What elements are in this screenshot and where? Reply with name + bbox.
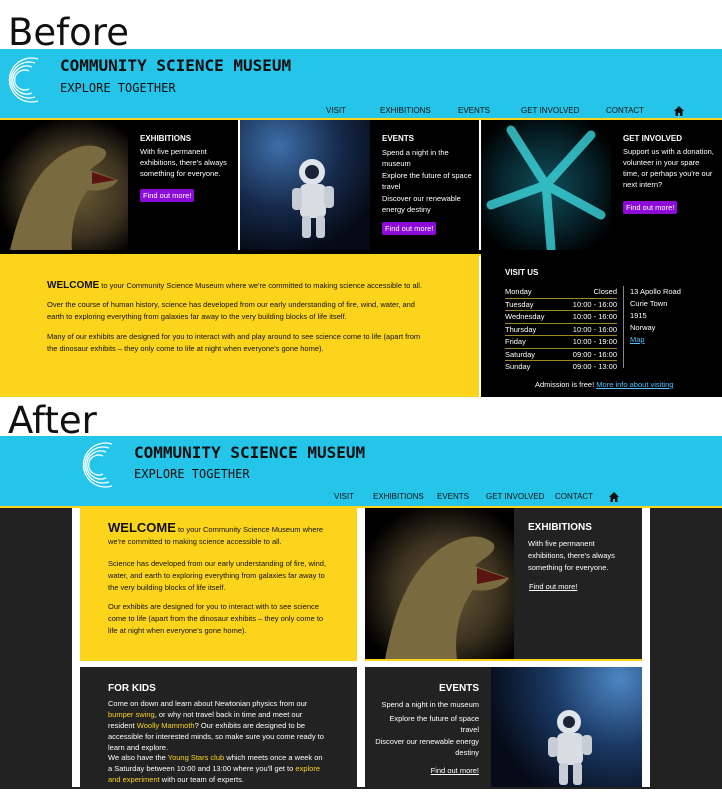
nav-contact[interactable]: CONTACT [606,106,644,115]
after-exhibitions-panel: EXHIBITIONS With five permanent exhibiti… [514,508,642,659]
hours-row: Friday 10:00 - 19:00 [505,336,617,349]
after-welcome-section: WELCOME to your Community Science Museum… [80,508,357,659]
museum-logo-icon [82,440,120,490]
hours-row: Saturday 09:00 - 16:00 [505,349,617,361]
nav-exhibitions[interactable]: EXHIBITIONS [380,106,431,115]
nav-visit[interactable]: VISIT [326,106,346,115]
hours-row: Sunday 09:00 - 13:00 [505,362,617,371]
address-line: Curie Town [630,299,668,308]
hours-row: Tuesday 10:00 - 16:00 [505,299,617,311]
after-caption: After [8,399,97,442]
after-astronaut-image [491,667,642,787]
after-events-item-1: Spend a night in the museum [381,700,479,709]
address-line: 1915 [630,311,647,320]
opening-hours: Monday Closed Tuesday 10:00 - 16:00 Wednes… [505,286,617,373]
kids-title: FOR KIDS [108,683,156,694]
after-exhibitions-link[interactable]: Find out more! [529,581,577,592]
hands-image [481,120,611,253]
kids-p2: We also have the Young Stars club which … [108,753,323,784]
admission-text: Admission is free! More info about visit… [535,379,673,390]
before-events-title: EVENTS [382,134,415,143]
before-involved-title: GET INVOLVED [623,134,682,143]
before-welcome-lead-text: to your Community Science Museum where w… [99,281,423,290]
site-title[interactable]: COMMUNITY SCIENCE MUSEUM [134,443,365,462]
after-welcome-p2: Our exhibits are designed for you to int… [108,602,324,635]
before-involved-button[interactable]: Find out more! [623,201,678,214]
nav-get-involved[interactable]: GET INVOLVED [521,106,579,115]
after-kids-section: FOR KIDS Come on down and learn about Ne… [80,667,357,787]
home-icon[interactable] [609,489,619,507]
before-events-item-1: Spend a night in the museum [382,148,449,168]
nav-visit[interactable]: VISIT [334,492,354,501]
after-events-item-2: Explore the future of space travel [389,714,479,734]
before-events-item-3: Discover our renewable energy destiny [382,194,461,214]
kids-p1: Come on down and learn about Newtonian p… [108,699,324,752]
before-exhibitions-title: EXHIBITIONS [140,134,192,143]
before-welcome-p2: Many of our exhibits are designed for yo… [47,332,421,353]
welcome-underline [80,659,357,661]
before-involved-text: Support us with a donation, volunteer in… [623,147,714,189]
site-subtitle: EXPLORE TOGETHER [134,467,250,481]
before-welcome-heading: WELCOME [47,280,100,291]
museum-logo-icon [8,55,46,105]
before-welcome-lead: WELCOME to your Community Science Museum… [47,280,427,291]
address-line: Norway [630,323,656,332]
nav-events[interactable]: EVENTS [437,492,469,501]
after-exhibitions-text: With five permanent exhibitions, there's… [528,539,615,572]
nav-contact[interactable]: CONTACT [555,492,593,501]
after-welcome-lead: WELCOME to your Community Science Museum… [108,520,328,548]
before-events-button[interactable]: Find out more! [382,222,437,235]
after-events-panel: EVENTS Spend a night in the museum Explo… [365,667,491,787]
after-exhibitions-title: EXHIBITIONS [528,522,592,533]
after-dinosaur-image [365,508,514,659]
nav-get-involved[interactable]: GET INVOLVED [486,492,544,501]
visiting-info-link[interactable]: More info about visiting [596,380,673,389]
before-visit-section: VISIT US Monday Closed Tuesday 10:00 - 16:… [481,254,722,397]
before-events-item-2: Explore the future of space travel [382,171,472,191]
before-welcome-section: WELCOME to your Community Science Museum… [0,254,479,397]
before-header: COMMUNITY SCIENCE MUSEUM EXPLORE TOGETHE… [0,49,722,118]
visit-title: VISIT US [505,268,539,277]
astronaut-image [240,120,370,250]
after-welcome-heading: WELCOME [108,520,176,535]
nav-exhibitions[interactable]: EXHIBITIONS [373,492,424,501]
after-events-item-3: Discover our renewable energy destiny [375,737,479,757]
address-divider [623,286,624,368]
dinosaur-image [0,120,128,250]
site-title[interactable]: COMMUNITY SCIENCE MUSEUM [60,56,291,75]
site-subtitle: EXPLORE TOGETHER [60,81,176,95]
before-caption: Before [8,11,129,54]
nav-events[interactable]: EVENTS [458,106,490,115]
after-events-link[interactable]: Find out more! [431,765,479,776]
hours-row: Thursday 10:00 - 16:00 [505,324,617,336]
hours-row: Monday Closed [505,286,617,299]
after-events-title: EVENTS [438,683,479,694]
hours-row: Wednesday 10:00 - 16:00 [505,311,617,324]
address-line: 13 Apollo Road [630,287,681,296]
after-header: COMMUNITY SCIENCE MUSEUM EXPLORE TOGETHE… [0,436,722,506]
woolly-mammoth-link[interactable]: Woolly Mammoth [137,721,195,730]
map-link[interactable]: Map [630,334,681,346]
before-exhibitions-text: With five permanent exhibitions, there's… [140,147,227,178]
before-exhibitions-button[interactable]: Find out more! [140,189,195,202]
before-welcome-p1: Over the course of human history, scienc… [47,300,415,321]
after-welcome-p1: Science has developed from our early und… [108,559,327,592]
admission-label: Admission is free! [535,380,597,389]
young-stars-club-link[interactable]: Young Stars club [168,753,224,762]
address: 13 Apollo Road Curie Town 1915 Norway Ma… [630,286,681,346]
bumper-swing-link[interactable]: bumper swing [108,710,155,719]
exhibitions-underline [365,659,642,661]
